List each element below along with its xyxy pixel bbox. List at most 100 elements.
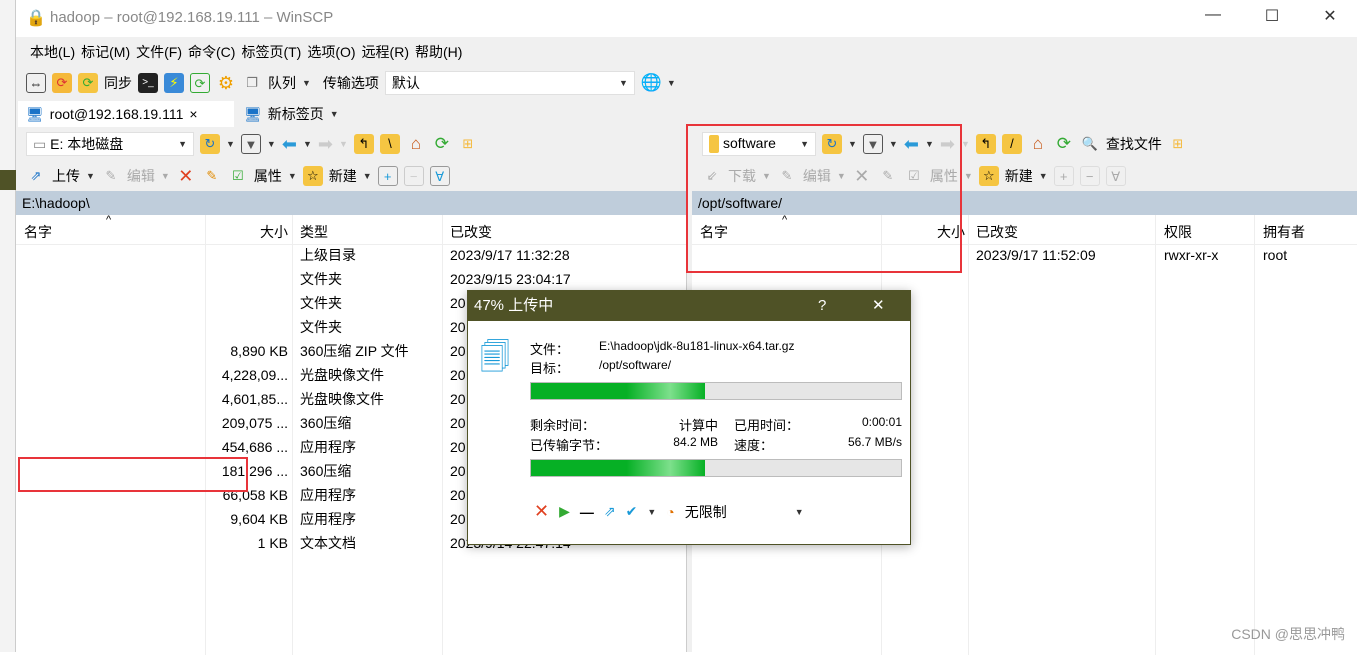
synchronize-button[interactable]: 同步 <box>104 73 132 93</box>
menu-tabs[interactable]: 标签页(T) <box>241 42 301 62</box>
title-bar: 🔒 hadoop – root@192.168.19.111 – WinSCP … <box>16 0 1357 37</box>
refresh-icon[interactable]: ⟳ <box>432 134 452 154</box>
upload-button[interactable]: 上传 <box>52 166 80 186</box>
tree-icon[interactable]: ⊞ <box>458 134 478 154</box>
select-minus-icon[interactable]: − <box>403 166 424 186</box>
col-changed[interactable]: 已改变 <box>450 222 492 242</box>
transfer-settings-select[interactable]: 默认 ▼ <box>384 71 635 95</box>
gear-icon[interactable]: ⚙ <box>216 73 236 93</box>
table-row[interactable]: CentOS 7 64 2009 文件夹 2023/9/15 23:04:17 <box>16 267 686 291</box>
file-label: 文件： <box>530 342 570 357</box>
tab-session[interactable]: 🖥 root@192.168.19.111 × <box>18 101 234 127</box>
chevron-down-icon[interactable]: ▼ <box>964 171 973 181</box>
maximize-button[interactable]: ☐ <box>1252 6 1292 26</box>
menu-commands[interactable]: 命令(C) <box>188 42 235 62</box>
parent-dir-icon[interactable]: ↰ <box>353 134 374 154</box>
chevron-down-icon[interactable]: ▼ <box>303 139 312 149</box>
menu-local[interactable]: 本地(L) <box>30 42 75 62</box>
menu-remote[interactable]: 远程(R) <box>362 42 409 62</box>
col-type[interactable]: 类型 <box>300 222 328 242</box>
minimize-icon[interactable]: — <box>580 504 594 520</box>
refresh-icon[interactable]: ⟳ <box>190 73 210 93</box>
dialog-title: 47% 上传中 <box>474 297 554 314</box>
forward-icon[interactable]: ➡ <box>318 134 333 155</box>
root-dir-icon[interactable]: \ <box>379 134 400 154</box>
chevron-down-icon[interactable]: ▼ <box>330 109 339 119</box>
chevron-down-icon[interactable]: ▼ <box>647 507 656 517</box>
chevron-down-icon[interactable]: ▼ <box>795 507 804 517</box>
chevron-down-icon[interactable]: ▼ <box>267 139 276 149</box>
tab-close-button[interactable]: × <box>189 106 197 122</box>
col-permissions[interactable]: 权限 <box>1164 222 1192 242</box>
target-value: /opt/software/ <box>599 358 672 372</box>
parent-dir-icon[interactable]: ↰ <box>975 134 996 154</box>
col-size[interactable]: 大小 <box>205 222 288 242</box>
remaining-label: 剩余时间： <box>530 418 596 433</box>
home-icon[interactable]: ⌂ <box>406 134 426 154</box>
row-type: 360压缩 ZIP 文件 <box>300 343 409 359</box>
chevron-down-icon[interactable]: ▼ <box>363 171 372 181</box>
open-folder-icon[interactable]: ↻ <box>200 134 220 154</box>
root-dir-icon[interactable]: / <box>1001 134 1022 154</box>
select-plus-icon[interactable]: + <box>1053 166 1074 186</box>
chevron-down-icon[interactable]: ▼ <box>302 78 311 88</box>
select-plus-icon[interactable]: + <box>377 166 398 186</box>
delete-icon[interactable]: ✕ <box>176 166 196 186</box>
table-row[interactable]: .. 上级目录 2023/9/17 11:32:28 <box>16 243 686 267</box>
dialog-close-button[interactable]: ✕ <box>872 291 885 321</box>
menu-files[interactable]: 文件(F) <box>136 42 182 62</box>
find-files-button[interactable]: 查找文件 <box>1106 134 1162 154</box>
help-button[interactable]: ? <box>818 291 826 321</box>
invert-selection-icon[interactable]: ∀ <box>1105 166 1126 186</box>
filter-icon[interactable]: ▼ <box>240 134 261 154</box>
chevron-down-icon[interactable]: ▼ <box>1039 171 1048 181</box>
col-owner[interactable]: 拥有者 <box>1263 222 1305 242</box>
local-drive-select[interactable]: ▭ E: 本地磁盘 ▼ <box>26 132 194 156</box>
edit-button[interactable]: 编辑 <box>127 166 155 186</box>
new-button[interactable]: 新建 <box>329 166 357 186</box>
synchronize-browse-icon[interactable]: ⟳ <box>52 73 72 93</box>
row-size: 1 KB <box>257 535 288 551</box>
col-changed[interactable]: 已改变 <box>976 222 1018 242</box>
col-name[interactable]: 名字 <box>24 222 52 242</box>
back-icon[interactable]: ⬅ <box>282 134 297 155</box>
session-tabs: 🖥 root@192.168.19.111 × 🖥 新标签页 ▼ <box>16 99 1357 127</box>
tab-new[interactable]: 🖥 新标签页 ▼ <box>236 101 347 127</box>
chevron-down-icon[interactable]: ▼ <box>86 171 95 181</box>
chevron-down-icon[interactable]: ▼ <box>667 78 676 88</box>
menu-mark[interactable]: 标记(M) <box>81 42 130 62</box>
minimize-button[interactable]: — <box>1193 6 1233 24</box>
chevron-down-icon[interactable]: ▼ <box>961 139 970 149</box>
tree-icon[interactable]: ⊞ <box>1168 134 1188 154</box>
chevron-down-icon[interactable]: ▼ <box>226 139 235 149</box>
skip-file-icon[interactable]: ▶ <box>559 503 570 520</box>
move-to-background-icon[interactable]: ⇗ <box>604 503 616 520</box>
row-size: 4,601,85... <box>221 391 288 407</box>
select-minus-icon[interactable]: − <box>1079 166 1100 186</box>
row-size: 9,604 KB <box>230 511 288 527</box>
once-done-icon[interactable]: ✔ <box>626 503 638 520</box>
speed-limit-select[interactable]: 无限制 <box>685 502 785 522</box>
queue-button[interactable]: 队列 <box>268 73 296 93</box>
properties-button[interactable]: 属性 <box>254 166 282 186</box>
chevron-down-icon[interactable]: ▼ <box>288 171 297 181</box>
new-button[interactable]: 新建 <box>1005 166 1033 186</box>
refresh-icon[interactable]: ⟳ <box>1054 134 1074 154</box>
chevron-down-icon[interactable]: ▼ <box>161 171 170 181</box>
row-size: 8,890 KB <box>230 343 288 359</box>
cancel-icon[interactable]: ✕ <box>534 501 549 522</box>
home-icon[interactable]: ⌂ <box>1028 134 1048 154</box>
synchronize-icon[interactable]: ⟳ <box>78 73 98 93</box>
compare-dirs-icon[interactable]: ⇔ <box>26 73 46 93</box>
chevron-down-icon[interactable]: ▼ <box>339 139 348 149</box>
rename-icon[interactable]: ✎ <box>202 166 222 186</box>
menu-options[interactable]: 选项(O) <box>307 42 355 62</box>
invert-selection-icon[interactable]: ∀ <box>429 166 450 186</box>
close-button[interactable]: ✕ <box>1310 6 1350 26</box>
putty-icon[interactable]: ⚡ <box>164 73 184 93</box>
highlight-box-local-file <box>18 457 248 492</box>
chevron-down-icon: ▼ <box>178 139 187 149</box>
menu-help[interactable]: 帮助(H) <box>415 42 462 62</box>
terminal-icon[interactable]: >_ <box>138 73 158 93</box>
globe-sync-icon[interactable]: 🌐 <box>641 73 662 93</box>
